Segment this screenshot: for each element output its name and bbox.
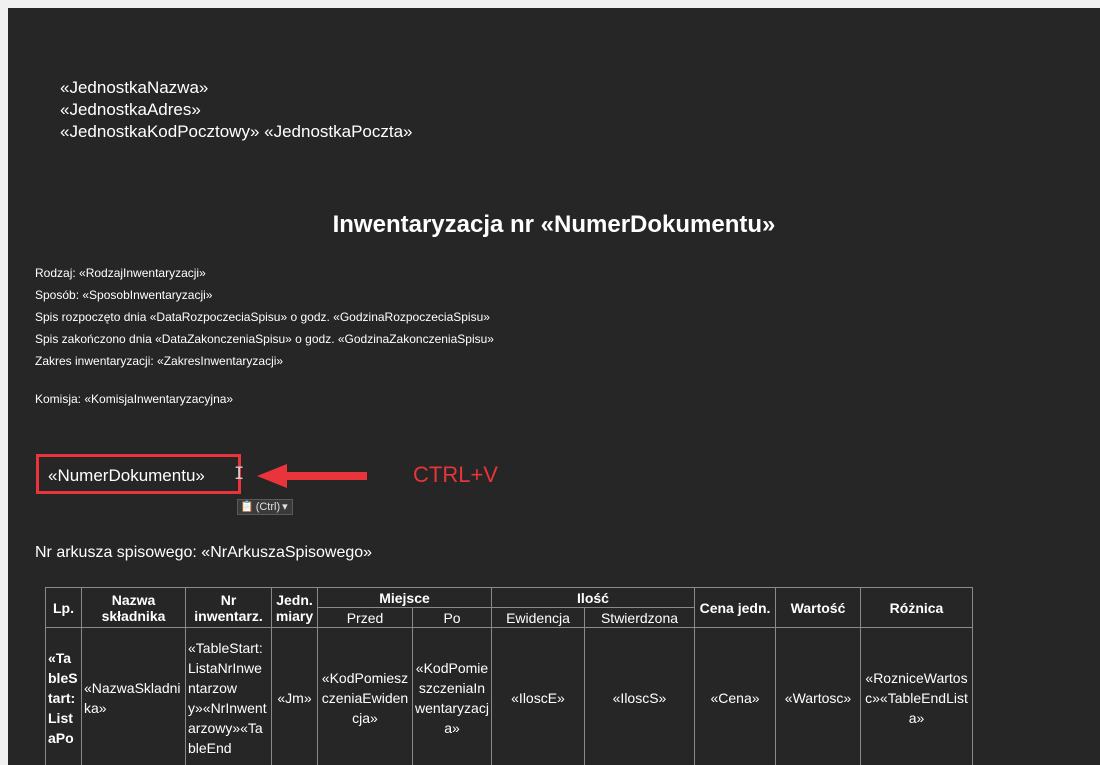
cell-jedn: «Jm» (271, 627, 318, 765)
inventory-table: Lp. Nazwa składnika Nr inwentarz. Jedn. … (45, 587, 973, 765)
col-header-jedn: Jedn. miary (271, 587, 318, 628)
cell-przed: «KodPomieszczeniaEwidencja» (317, 627, 413, 765)
pasted-field-text[interactable]: «NumerDokumentu» (48, 466, 205, 486)
document-title: Inwentaryzacja nr «NumerDokumentu» (332, 211, 776, 238)
col-header-roznica: Różnica (860, 587, 973, 628)
info-rodzaj: Rodzaj: «RodzajInwentaryzacji» (35, 266, 206, 280)
cell-nazwa: «NazwaSkladnika» (81, 627, 186, 765)
unit-postal-field: «JednostkaKodPocztowy» «JednostkaPoczta» (60, 122, 413, 141)
col-header-wartosc: Wartość (775, 587, 861, 628)
ctrl-v-annotation: CTRL+V (413, 462, 498, 487)
cell-ewidencja: «IloscE» (491, 627, 585, 765)
left-arrow-icon (257, 464, 367, 488)
info-zakonczono: Spis zakończono dnia «DataZakonczeniaSpi… (35, 332, 494, 346)
col-header-miejsce: Miejsce (317, 587, 492, 608)
col-header-ilosc: Ilość (491, 587, 695, 608)
cell-wartosc: «Wartosc» (775, 627, 861, 765)
cell-nr: «TableStart:ListaNrInwentarzowy»«NrInwen… (185, 627, 272, 765)
cell-cena: «Cena» (694, 627, 776, 765)
info-zakres: Zakres inwentaryzacji: «ZakresInwentaryz… (35, 354, 284, 368)
unit-name-field: «JednostkaNazwa» (60, 78, 209, 97)
col-header-stwierdzona: Stwierdzona (584, 607, 695, 628)
text-cursor-icon: I (234, 464, 245, 484)
document-page: «JednostkaNazwa» «JednostkaAdres» «Jedno… (8, 8, 1100, 765)
info-sposob: Sposób: «SposobInwentaryzacji» (35, 288, 213, 302)
cell-po: «KodPomieszczeniaInwentaryzacja» (412, 627, 492, 765)
cell-stwierdzona: «IloscS» (584, 627, 695, 765)
col-header-cena: Cena jedn. (694, 587, 776, 628)
cell-roznica: «RozniceWartosc»«TableEndLista» (860, 627, 973, 765)
paste-options-label: (Ctrl) (255, 501, 281, 513)
dropdown-arrow-icon: ▾ (282, 501, 288, 513)
col-header-nazwa: Nazwa składnika (81, 587, 186, 628)
clipboard-icon: 📋 (240, 501, 254, 513)
col-header-przed: Przed (317, 607, 413, 628)
col-header-ewidencja: Ewidencja (491, 607, 585, 628)
unit-address-field: «JednostkaAdres» (60, 100, 201, 119)
cell-lp: «TableStart:ListaPo (45, 627, 82, 765)
paste-options-button[interactable]: 📋 (Ctrl) ▾ (237, 499, 293, 515)
info-rozpoczeto: Spis rozpoczęto dnia «DataRozpoczeciaSpi… (35, 310, 490, 324)
col-header-nr: Nr inwentarz. (185, 587, 272, 628)
info-komisja: Komisja: «KomisjaInwentaryzacyjna» (35, 392, 234, 406)
col-header-po: Po (412, 607, 492, 628)
sheet-number-field: Nr arkusza spisowego: «NrArkuszaSpisoweg… (35, 544, 373, 561)
col-header-lp: Lp. (45, 587, 82, 628)
table-row: «TableStart:ListaPo «NazwaSkladnika» «Ta… (45, 627, 973, 765)
